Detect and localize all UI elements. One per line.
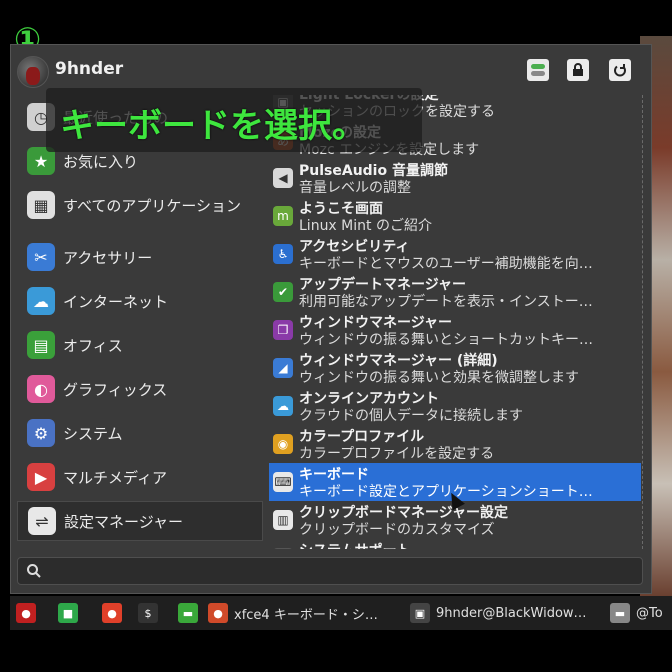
category-item-9[interactable]: ⇌ 設定マネージャー: [17, 501, 263, 541]
category-item-2[interactable]: ▦ すべてのアプリケーション: [17, 185, 263, 225]
taskbar-window-title: 9hnder@BlackWidow…: [436, 605, 587, 621]
mint-icon: m: [273, 206, 293, 226]
category-item-7[interactable]: ⚙ システム: [17, 413, 263, 453]
user-avatar[interactable]: [17, 56, 49, 88]
window-tweak-icon: ◢: [273, 358, 293, 378]
category-label: すべてのアプリケーション: [63, 196, 242, 215]
taskbar-item-workspace[interactable]: ■: [58, 601, 84, 625]
category-label: アクセサリー: [63, 248, 153, 267]
app-item-color-wheel[interactable]: ◉ カラープロファイル カラープロファイルを設定する: [269, 425, 641, 463]
speaker-icon: ◀: [273, 168, 293, 188]
search-icon: [27, 564, 41, 578]
windows-icon: ❐: [273, 320, 293, 340]
document-icon: ▤: [27, 331, 55, 359]
category-label: 設定マネージャー: [64, 512, 183, 531]
play-icon: ▶: [27, 463, 55, 491]
app-item-accessibility[interactable]: ♿ アクセシビリティ キーボードとマウスのユーザー補助機能を向…: [269, 235, 641, 273]
app-item-support[interactable]: ? システムサポート: [269, 539, 641, 549]
taskbar-item-terminal-small[interactable]: ▣ 9hnder@BlackWidow…: [410, 601, 587, 625]
app-description: キーボードとマウスのユーザー補助機能を向…: [299, 256, 593, 272]
instruction-caption: キーボードを選択。: [60, 106, 366, 146]
username-label: 9hnder: [55, 59, 124, 79]
support-icon: ?: [273, 548, 293, 549]
taskbar: ● ■ ● $ ▬ ● xfce4 キーボード・シ… ▣ 9hnder@BlackWidow… ▬…: [10, 596, 672, 630]
grid-icon: ▦: [27, 191, 55, 219]
app-item-cloud[interactable]: ☁ オンラインアカウント クラウドの個人データに接続します: [269, 387, 641, 425]
folder-small-icon: ▬: [610, 603, 630, 623]
app-description: クラウドの個人データに接続します: [299, 408, 523, 424]
app-item-shield[interactable]: ✔ アップデートマネージャー 利用可能なアップデートを表示・インストー…: [269, 273, 641, 311]
instruction-overlay: キーボードを選択。: [46, 88, 422, 152]
app-item-windows[interactable]: ❐ ウィンドウマネージャー ウィンドウの振る舞いとショートカットキー…: [269, 311, 641, 349]
cloud-icon: ☁: [27, 287, 55, 315]
taskbar-window-title: xfce4 キーボード・シ…: [234, 607, 378, 623]
taskbar-window-title: @To: [636, 605, 663, 621]
settings-toggle-icon: [531, 64, 545, 76]
app-title: システムサポート: [299, 540, 411, 549]
app-item-window-tweak[interactable]: ◢ ウィンドウマネージャー (詳細) ウィンドウの振る舞いと効果を微調整します: [269, 349, 641, 387]
firefox-icon: ●: [102, 603, 122, 623]
app-description: クリップボードのカスタマイズ: [299, 522, 495, 538]
workspace-icon: ■: [58, 603, 78, 623]
app-item-speaker[interactable]: ◀ PulseAudio 音量調節 音量レベルの調整: [269, 159, 641, 197]
category-label: システム: [63, 424, 123, 443]
app-description: Linux Mint のご紹介: [299, 218, 432, 234]
application-list: ▣Light Lockerの設定セッションのロックを設定するあMozcの設定Mo…: [269, 95, 643, 549]
accessibility-icon: ♿: [273, 244, 293, 264]
app-description: 音量レベルの調整: [299, 180, 411, 196]
app-item-mint[interactable]: m ようこそ画面 Linux Mint のご紹介: [269, 197, 641, 235]
palette-icon: ◐: [27, 375, 55, 403]
deadpool-icon: ●: [16, 603, 36, 623]
log-out-button[interactable]: [609, 59, 631, 81]
color-wheel-icon: ◉: [273, 434, 293, 454]
settings-manager-button[interactable]: [527, 59, 549, 81]
category-item-8[interactable]: ▶ マルチメディア: [17, 457, 263, 497]
app-description: キーボード設定とアプリケーションショート…: [299, 484, 593, 500]
category-label: オフィス: [63, 336, 123, 355]
category-label: マルチメディア: [63, 468, 167, 487]
lock-icon: [573, 63, 583, 76]
category-label: お気に入り: [63, 152, 139, 171]
firefox-small-icon: ●: [208, 603, 228, 623]
scissors-icon: ✂: [27, 243, 55, 271]
terminal-icon: $: [138, 603, 158, 623]
taskbar-item-folder[interactable]: ▬: [178, 601, 204, 625]
settings-toggle-icon: ⇌: [28, 507, 56, 535]
category-list: ◷最近使ったもの★お気に入り▦すべてのアプリケーション✂アクセサリー☁インターネ…: [11, 97, 269, 541]
taskbar-item-firefox[interactable]: ●: [102, 601, 128, 625]
folder-icon: ▬: [178, 603, 198, 623]
shield-icon: ✔: [273, 282, 293, 302]
taskbar-item-deadpool[interactable]: ●: [16, 601, 42, 625]
power-icon: [614, 64, 626, 77]
lock-screen-button[interactable]: [567, 59, 589, 81]
clipboard-icon: ▥: [273, 510, 293, 530]
app-description: カラープロファイルを設定する: [299, 446, 495, 462]
terminal-small-icon: ▣: [410, 603, 430, 623]
category-item-5[interactable]: ▤ オフィス: [17, 325, 263, 365]
app-description: ウィンドウの振る舞いとショートカットキー…: [299, 332, 593, 348]
taskbar-item-firefox-small[interactable]: ● xfce4 キーボード・シ…: [208, 601, 378, 625]
cloud-icon: ☁: [273, 396, 293, 416]
taskbar-item-terminal[interactable]: $: [138, 601, 164, 625]
search-input[interactable]: [17, 557, 643, 585]
category-item-6[interactable]: ◐ グラフィックス: [17, 369, 263, 409]
category-item-3[interactable]: ✂ アクセサリー: [17, 237, 263, 277]
gear-icon: ⚙: [27, 419, 55, 447]
keyboard-icon: ⌨: [273, 472, 293, 492]
app-description: 利用可能なアップデートを表示・インストー…: [299, 294, 593, 310]
category-item-4[interactable]: ☁ インターネット: [17, 281, 263, 321]
category-label: グラフィックス: [63, 380, 168, 399]
app-description: ウィンドウの振る舞いと効果を微調整します: [299, 370, 579, 386]
category-label: インターネット: [63, 292, 169, 311]
taskbar-item-folder-small[interactable]: ▬ @To: [610, 601, 663, 625]
